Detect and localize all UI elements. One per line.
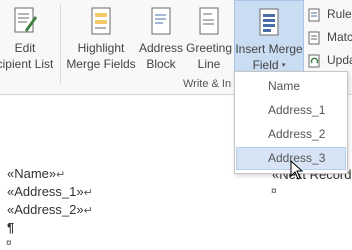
rules-label: Rules (327, 7, 352, 21)
edit-list-icon (13, 6, 37, 41)
end-of-cell-mark: ¤ (271, 186, 277, 197)
address-block-button[interactable]: Address Block (138, 0, 184, 80)
highlight-merge-fields-label: Highlight Merge Fields (66, 41, 136, 71)
mouse-cursor-icon (290, 159, 304, 185)
edit-recipient-list-label: Edit cipient List (0, 41, 54, 71)
doc-line-address-1: «Address_1»↵ (7, 184, 93, 199)
line-break-mark: ↵ (83, 187, 93, 199)
end-of-cell-mark: ¤ (6, 238, 12, 249)
highlight-merge-fields-button[interactable]: Highlight Merge Fields (64, 0, 138, 80)
match-fields-label: Matc (327, 30, 352, 44)
highlight-fields-icon (89, 6, 113, 41)
group-label-write-insert: Write & In (183, 78, 232, 90)
group-separator (60, 4, 61, 84)
insert-merge-field-dropdown: Name Address_1 Address_2 Address_3 (234, 71, 348, 174)
update-labels-icon (308, 54, 322, 71)
doc-line-name: «Name»↵ (7, 166, 65, 181)
greeting-line-button[interactable]: Greeting Line (184, 0, 234, 80)
insert-merge-field-button[interactable]: Insert Merge Field ▾ (234, 0, 304, 74)
rules-icon (308, 8, 322, 25)
line-break-mark: ↵ (83, 205, 93, 217)
insert-merge-field-label: Insert Merge Field ▾ (235, 42, 303, 72)
update-labels-label: Upda (327, 53, 352, 67)
dropdown-item-address-1[interactable]: Address_1 (236, 99, 346, 122)
greeting-line-icon (197, 6, 221, 41)
greeting-line-label: Greeting Line (185, 41, 233, 71)
merge-field-address-2: «Address_2» (7, 202, 84, 217)
line-break-mark: ↵ (56, 169, 66, 181)
address-block-icon (149, 6, 173, 41)
merge-field-address-1: «Address_1» (7, 184, 84, 199)
paragraph-mark: ¶ (7, 220, 15, 235)
insert-merge-field-icon (257, 7, 281, 42)
edit-recipient-list-button[interactable]: Edit cipient List (0, 0, 58, 80)
address-block-label: Address Block (138, 41, 184, 71)
dropdown-item-name[interactable]: Name (236, 75, 346, 98)
merge-field-name: «Name» (7, 166, 57, 181)
doc-line-address-2: «Address_2»↵ (7, 202, 93, 217)
dropdown-item-address-2[interactable]: Address_2 (236, 123, 346, 146)
match-fields-icon (308, 31, 322, 48)
chevron-down-icon: ▾ (281, 61, 286, 69)
